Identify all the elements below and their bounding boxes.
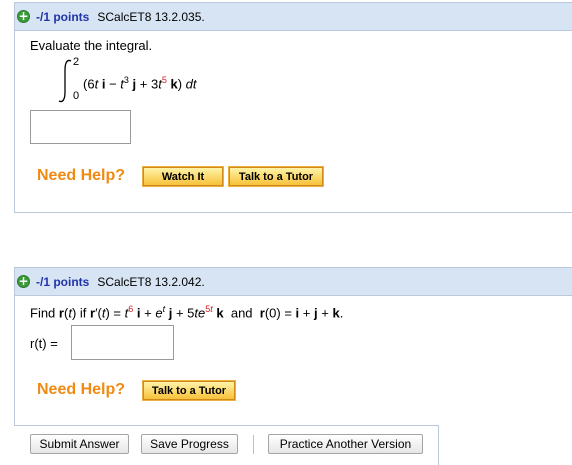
need-help-label-1: Need Help?: [37, 167, 126, 184]
submit-answer-button[interactable]: Submit Answer: [30, 434, 129, 454]
answer-input-1[interactable]: [30, 110, 131, 144]
question-2-points: -/1 points: [36, 274, 90, 289]
talk-to-tutor-button-1[interactable]: Talk to a Tutor: [228, 166, 324, 187]
expand-plus-icon[interactable]: +: [17, 275, 30, 288]
footer-divider: [253, 435, 254, 454]
talk-to-tutor-button-2[interactable]: Talk to a Tutor: [142, 380, 236, 401]
question-1-prompt: Evaluate the integral.: [30, 38, 153, 53]
expand-plus-icon[interactable]: +: [17, 10, 30, 23]
question-1-id: SCalcET8 13.2.035.: [97, 9, 205, 24]
integral-expression: 2 0 (6t i − t3 j + 3t5 k) dt: [56, 56, 316, 106]
question-2-prompt: Find r(t) if r′(t) = t6 i + et j + 5te5t…: [30, 304, 344, 321]
answer-input-2[interactable]: [71, 325, 174, 360]
integral-upper-limit: 2: [73, 56, 80, 68]
question-1-points: -/1 points: [36, 9, 90, 24]
save-progress-button[interactable]: Save Progress: [141, 434, 238, 454]
answer-label-2: r(t) =: [30, 336, 58, 351]
question-2-header: + -/1 points SCalcET8 13.2.042.: [15, 268, 572, 296]
integrand: (6t i − t3 j + 3t5 k) dt: [83, 75, 197, 92]
practice-another-version-button[interactable]: Practice Another Version: [268, 434, 423, 454]
question-1-header: + -/1 points SCalcET8 13.2.035.: [15, 3, 572, 31]
footer-separator-vertical: [438, 425, 439, 465]
need-help-label-2: Need Help?: [37, 381, 126, 398]
watch-it-button[interactable]: Watch It: [142, 166, 224, 187]
question-2-id: SCalcET8 13.2.042.: [97, 274, 205, 289]
integral-lower-limit: 0: [73, 90, 80, 102]
footer-separator-line: [14, 425, 438, 426]
